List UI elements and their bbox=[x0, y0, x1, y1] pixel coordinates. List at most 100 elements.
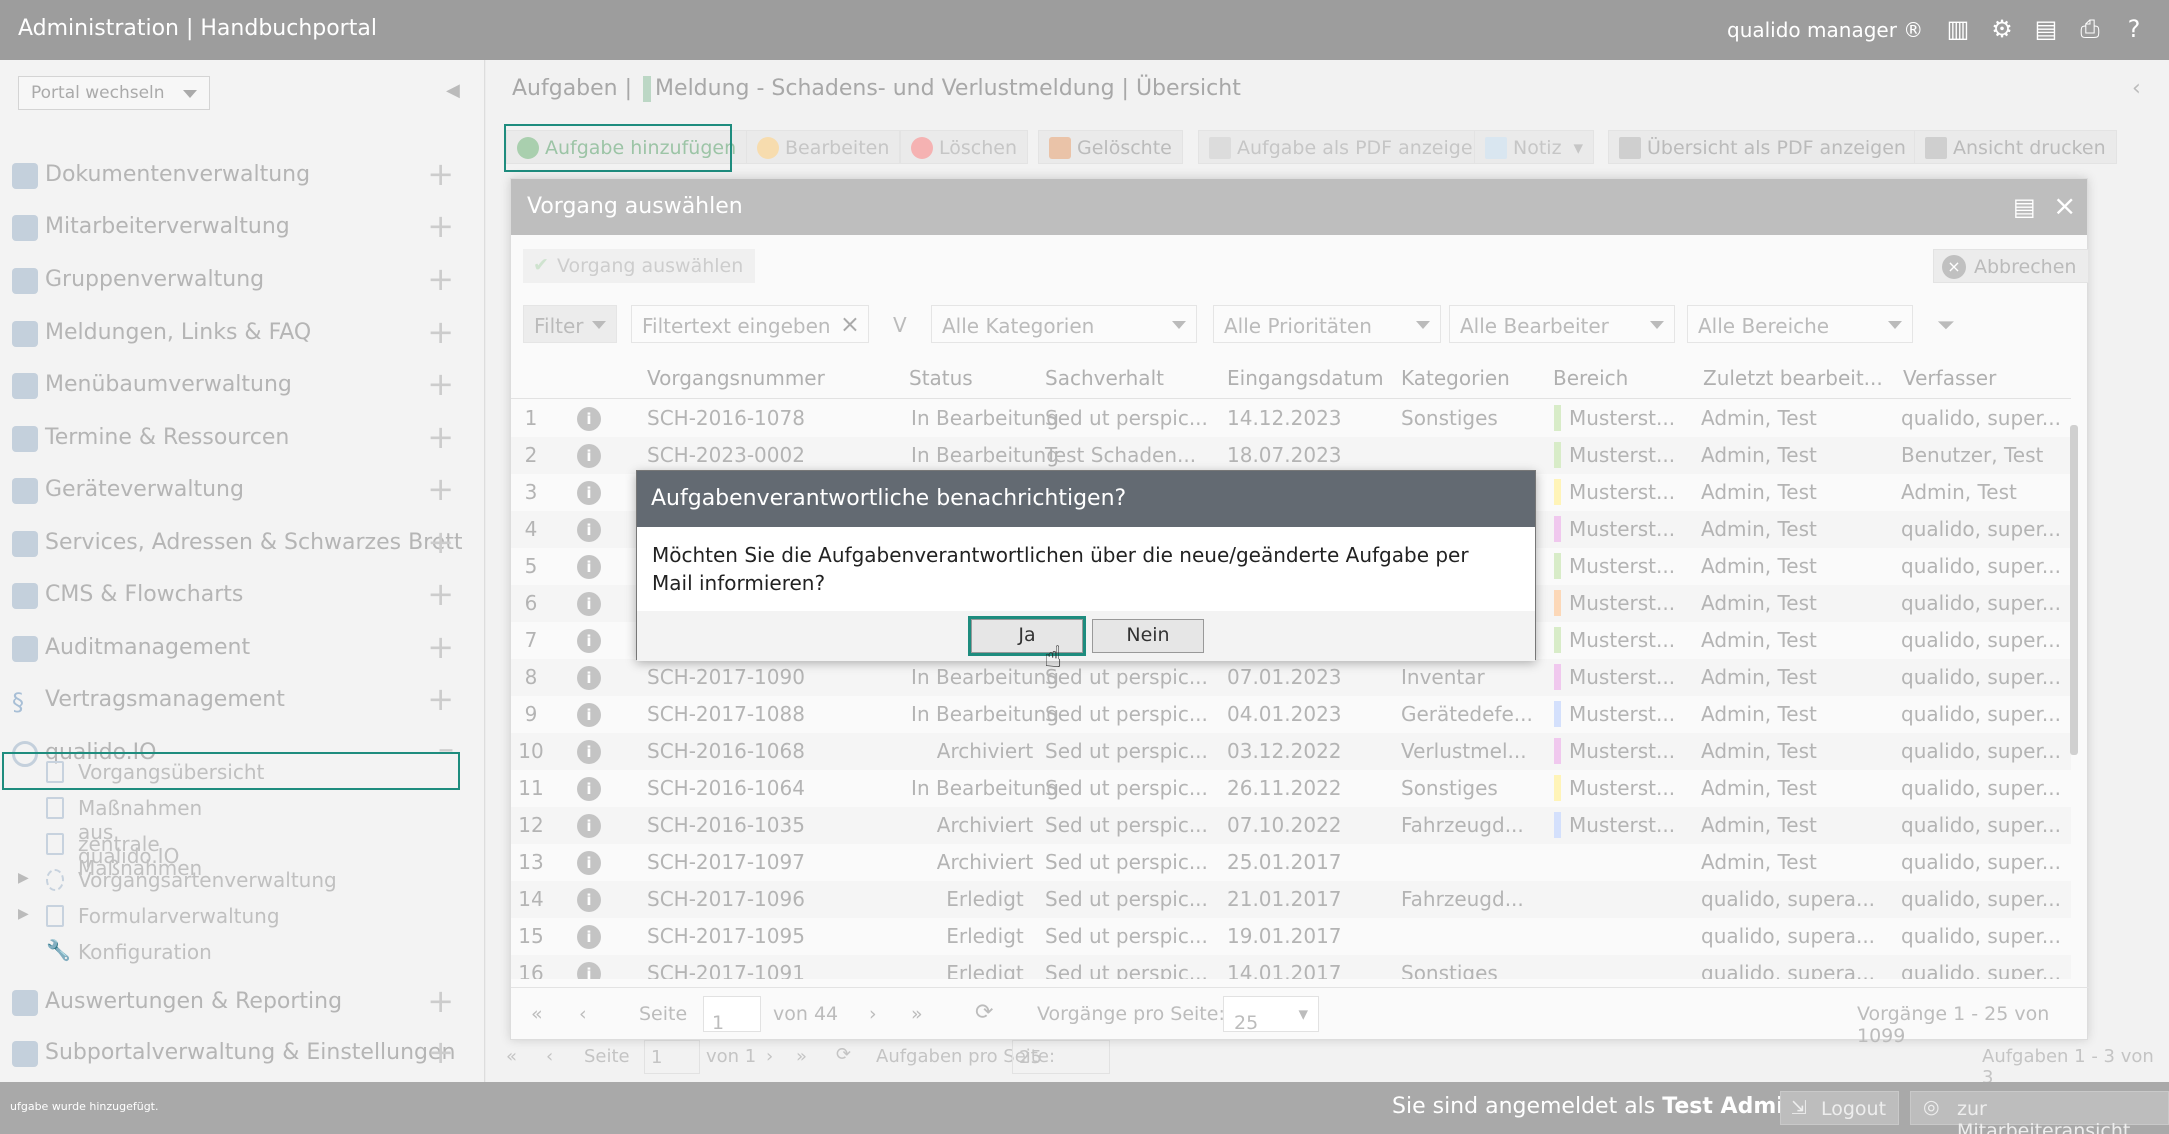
table-row[interactable]: 9 i SCH-2017-1088 In Bearbeitung Sed ut pers… bbox=[511, 696, 2071, 733]
collapse-sidebar-icon[interactable]: ◀ bbox=[446, 80, 460, 101]
page-input[interactable]: 1 bbox=[644, 1040, 700, 1074]
prev-page-icon[interactable]: ‹ bbox=[579, 1003, 587, 1025]
info-icon[interactable]: i bbox=[577, 555, 601, 579]
sidebar-item-subportal[interactable]: Subportalverwaltung & Einstellungen + bbox=[0, 1027, 480, 1079]
sidebar-item-meldungen[interactable]: Meldungen, Links & FAQ + bbox=[0, 307, 480, 359]
table-row[interactable]: 8 i SCH-2017-1090 In Bearbeitung Sed ut pers… bbox=[511, 659, 2071, 696]
table-row[interactable]: 15 i SCH-2017-1095 Erledigt Sed ut perspic..… bbox=[511, 918, 2071, 955]
column-header[interactable]: Bereich bbox=[1553, 366, 1628, 390]
table-row[interactable]: 2 i SCH-2023-0002 In Bearbeitung Test Schade… bbox=[511, 437, 2071, 474]
sidebar-item-cms[interactable]: CMS & Flowcharts + bbox=[0, 569, 480, 621]
scrollbar-thumb[interactable] bbox=[2070, 425, 2078, 755]
last-page-icon[interactable]: » bbox=[796, 1046, 807, 1067]
close-icon[interactable]: × bbox=[2053, 189, 2076, 222]
column-header[interactable]: Vorgangsnummer bbox=[647, 366, 825, 390]
breadcrumb-root[interactable]: Aufgaben | bbox=[512, 76, 632, 101]
sidebar-item-mitarbeiterverwaltung[interactable]: Mitarbeiterverwaltung + bbox=[0, 201, 480, 253]
filter-text-input[interactable]: Filtertext eingeben × bbox=[631, 305, 869, 343]
table-row[interactable]: 1 i SCH-2016-1078 In Bearbeitung Sed ut pers… bbox=[511, 400, 2071, 437]
overview-pdf-button[interactable]: Übersicht als PDF anzeigen bbox=[1608, 130, 1917, 164]
info-icon[interactable]: i bbox=[577, 851, 601, 875]
info-icon[interactable]: i bbox=[577, 481, 601, 505]
sidebar-item-dokumentenverwaltung[interactable]: Dokumentenverwaltung + bbox=[0, 149, 480, 201]
column-header[interactable]: Kategorien bbox=[1401, 366, 1510, 390]
refresh-icon[interactable]: ⟳ bbox=[975, 1000, 993, 1025]
plus-icon[interactable]: + bbox=[427, 523, 454, 561]
plus-icon[interactable]: + bbox=[427, 365, 454, 403]
plus-icon[interactable]: + bbox=[427, 628, 454, 666]
print-view-button[interactable]: Ansicht drucken bbox=[1914, 130, 2117, 164]
v-toggle[interactable]: V bbox=[883, 305, 915, 343]
info-icon[interactable]: i bbox=[577, 703, 601, 727]
info-icon[interactable]: i bbox=[577, 814, 601, 838]
print-icon[interactable]: ⎙ bbox=[2075, 14, 2105, 44]
pdf-icon[interactable]: ▤ bbox=[2013, 193, 2036, 221]
pdf-icon[interactable]: ▤ bbox=[2031, 14, 2061, 44]
sidebar-item-menuebaum[interactable]: Menübaumverwaltung + bbox=[0, 359, 480, 411]
first-page-icon[interactable]: « bbox=[531, 1003, 543, 1025]
table-row[interactable]: 13 i SCH-2017-1097 Archiviert Sed ut perspic… bbox=[511, 844, 2071, 881]
deleted-button[interactable]: Gelöschte bbox=[1038, 130, 1183, 164]
cancel-button[interactable]: × Abbrechen bbox=[1933, 249, 2090, 283]
next-page-icon[interactable]: › bbox=[869, 1003, 877, 1025]
gears-icon[interactable]: ⚙ bbox=[1987, 14, 2017, 44]
sidebar-item-geraete[interactable]: Geräteverwaltung + bbox=[0, 464, 480, 516]
select-vorgang-button[interactable]: ✔ Vorgang auswählen bbox=[523, 249, 756, 283]
column-header[interactable]: Sachverhalt bbox=[1045, 366, 1164, 390]
plus-icon[interactable]: + bbox=[427, 155, 454, 193]
portal-select[interactable]: Portal wechseln bbox=[18, 76, 210, 110]
plus-icon[interactable]: + bbox=[427, 680, 454, 718]
info-icon[interactable]: i bbox=[577, 740, 601, 764]
column-header[interactable]: Eingangsdatum bbox=[1227, 366, 1384, 390]
plus-icon[interactable]: + bbox=[427, 982, 454, 1020]
plus-icon[interactable]: + bbox=[427, 207, 454, 245]
help-icon[interactable]: ? bbox=[2119, 14, 2149, 44]
plus-icon[interactable]: + bbox=[427, 313, 454, 351]
table-row[interactable]: 10 i SCH-2016-1068 Archiviert Sed ut perspic… bbox=[511, 733, 2071, 770]
info-icon[interactable]: i bbox=[577, 888, 601, 912]
prev-page-icon[interactable]: ‹ bbox=[546, 1046, 553, 1067]
info-icon[interactable]: i bbox=[577, 962, 601, 979]
sidebar-item-vertrag[interactable]: § Vertragsmanagement + bbox=[0, 674, 480, 726]
page-input[interactable]: 1 bbox=[703, 996, 761, 1034]
info-icon[interactable]: i bbox=[577, 444, 601, 468]
delete-button[interactable]: Löschen bbox=[900, 130, 1028, 164]
info-icon[interactable]: i bbox=[577, 777, 601, 801]
filter-button[interactable]: Filter bbox=[523, 305, 617, 343]
info-icon[interactable]: i bbox=[577, 925, 601, 949]
table-row[interactable]: 12 i SCH-2016-1035 Archiviert Sed ut perspic… bbox=[511, 807, 2071, 844]
no-button[interactable]: Nein bbox=[1092, 619, 1204, 653]
first-page-icon[interactable]: « bbox=[506, 1046, 517, 1067]
chevron-left-icon[interactable]: ‹ bbox=[2132, 76, 2141, 101]
funnel-icon[interactable]: ⏷ bbox=[1927, 305, 1965, 343]
info-icon[interactable]: i bbox=[577, 518, 601, 542]
column-header[interactable]: Verfasser bbox=[1903, 366, 1996, 390]
sidebar-item-audit[interactable]: Auditmanagement + bbox=[0, 622, 480, 674]
refresh-icon[interactable]: ⟳ bbox=[836, 1044, 851, 1065]
note-button[interactable]: Notiz ▾ bbox=[1474, 130, 1595, 164]
sidebar-item-auswertungen[interactable]: Auswertungen & Reporting + bbox=[0, 976, 480, 1028]
edit-button[interactable]: Bearbeiten bbox=[746, 130, 901, 164]
info-icon[interactable]: i bbox=[577, 629, 601, 653]
info-icon[interactable]: i bbox=[577, 407, 601, 431]
expand-icon[interactable]: ▶ bbox=[18, 870, 29, 886]
plus-icon[interactable]: + bbox=[427, 1033, 454, 1071]
assignee-select[interactable]: Alle Bearbeiter bbox=[1449, 305, 1675, 343]
info-icon[interactable]: i bbox=[577, 592, 601, 616]
logout-button[interactable]: ⇲ Logout bbox=[1780, 1091, 1900, 1125]
expand-icon[interactable]: ▶ bbox=[18, 906, 29, 922]
task-pdf-button[interactable]: Aufgabe als PDF anzeigen bbox=[1198, 130, 1496, 164]
barcode-icon[interactable]: ▥ bbox=[1943, 14, 1973, 44]
column-header[interactable]: Status bbox=[909, 366, 973, 390]
last-page-icon[interactable]: » bbox=[911, 1003, 923, 1025]
sidebar-item-services[interactable]: Services, Adressen & Schwarzes Brett + bbox=[0, 517, 480, 569]
plus-icon[interactable]: + bbox=[427, 470, 454, 508]
plus-icon[interactable]: + bbox=[427, 418, 454, 456]
per-page-select[interactable]: 25 ▾ bbox=[1223, 996, 1319, 1034]
per-page-select[interactable]: 25 bbox=[1012, 1040, 1110, 1074]
table-row[interactable]: 14 i SCH-2017-1096 Erledigt Sed ut perspic..… bbox=[511, 881, 2071, 918]
plus-icon[interactable]: + bbox=[427, 260, 454, 298]
area-select[interactable]: Alle Bereiche bbox=[1687, 305, 1913, 343]
sidebar-item-termine[interactable]: Termine & Ressourcen + bbox=[0, 412, 480, 464]
category-select[interactable]: Alle Kategorien bbox=[931, 305, 1197, 343]
